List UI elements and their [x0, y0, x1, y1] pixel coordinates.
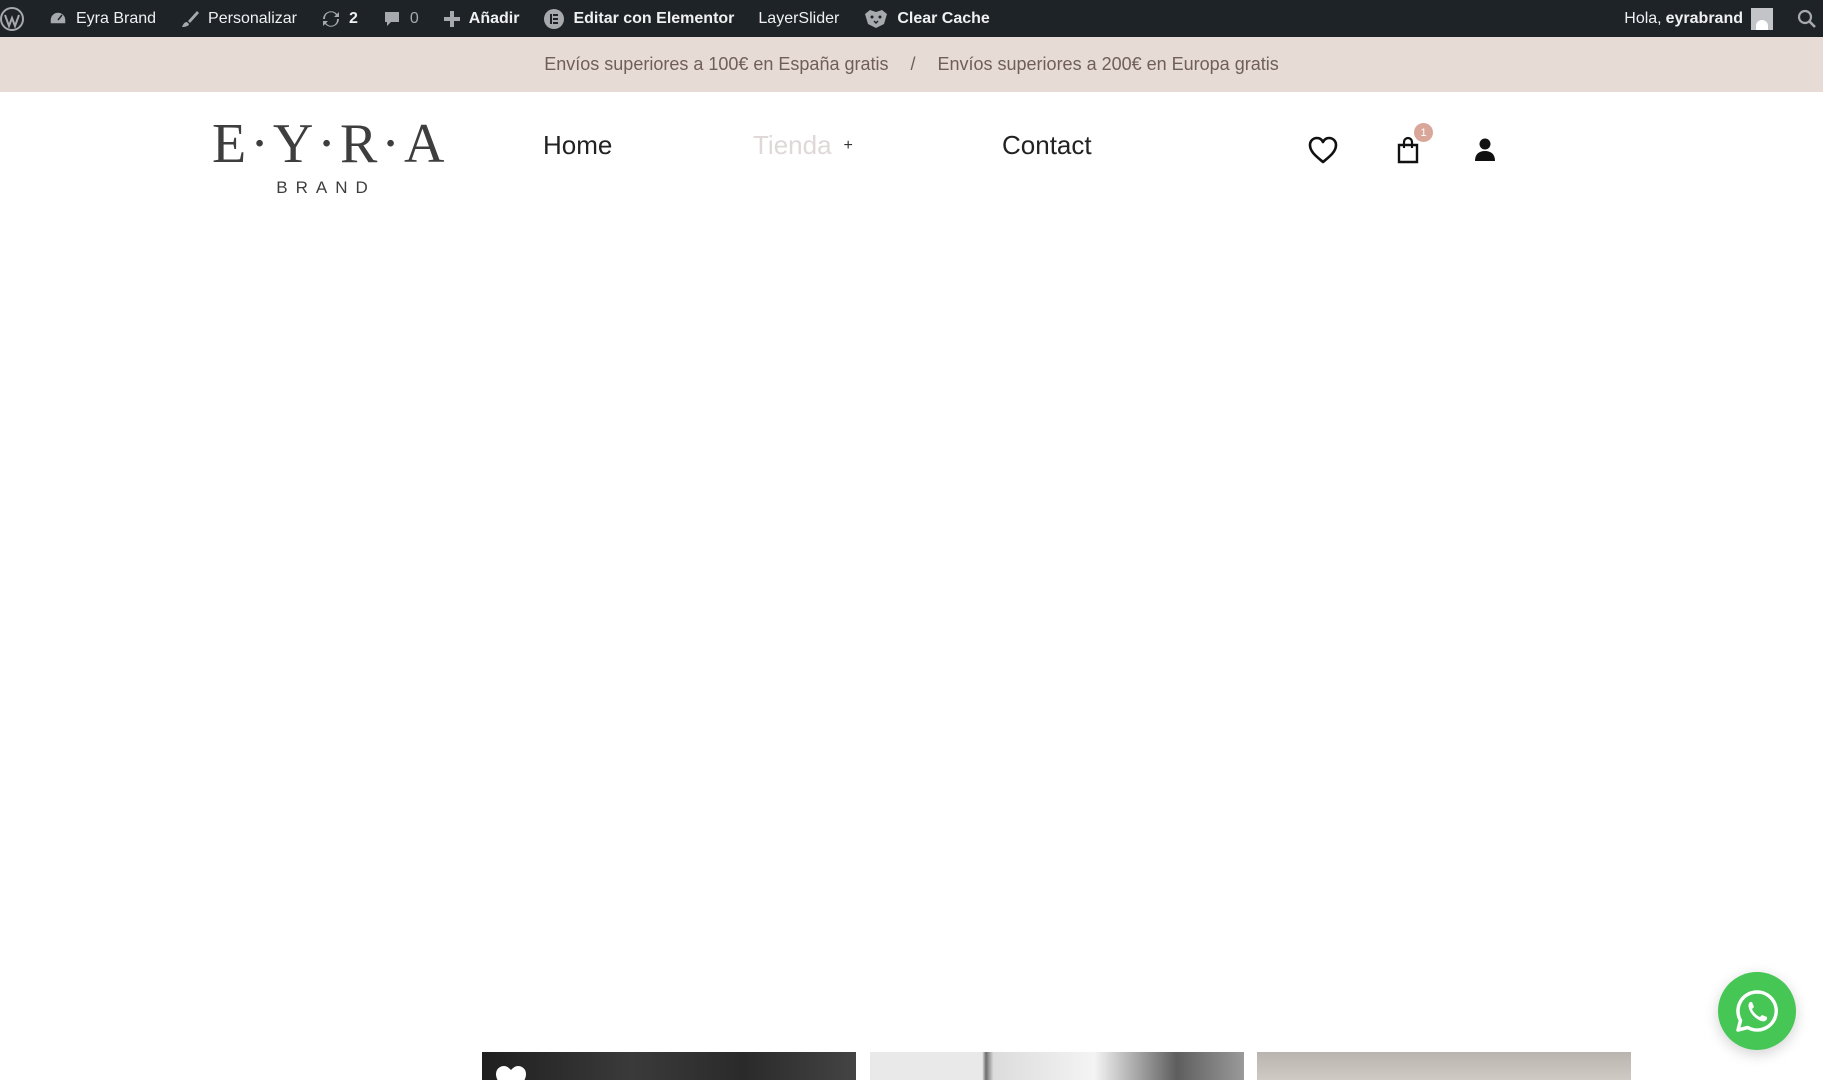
comments-link[interactable]: 0 [370, 0, 431, 37]
site-header: E·Y·R·A BRAND Home Tienda + Contact 1 [0, 92, 1823, 212]
comments-count: 0 [409, 9, 419, 27]
add-new-menu[interactable]: Añadir [431, 0, 532, 37]
main-nav: Home Tienda + Contact [0, 130, 1823, 170]
shipping-promo-bar: Envíos superiores a 100€ en España grati… [0, 37, 1823, 92]
whatsapp-icon [1736, 990, 1778, 1032]
nav-contact[interactable]: Contact [1002, 130, 1092, 161]
user-icon [1475, 138, 1495, 161]
wishlist-heart-icon[interactable] [494, 1064, 528, 1080]
updates-count: 2 [348, 9, 358, 27]
add-new-label: Añadir [468, 9, 520, 27]
dashboard-icon [49, 10, 67, 25]
admin-search[interactable] [1785, 0, 1823, 37]
plus-icon [443, 10, 460, 27]
updates-link[interactable]: 2 [309, 0, 370, 37]
site-name: Eyra Brand [76, 9, 157, 27]
promo-spain: Envíos superiores a 100€ en España grati… [544, 54, 889, 74]
whatsapp-chat-button[interactable] [1718, 972, 1796, 1050]
comment-icon [384, 11, 399, 26]
avatar [1751, 7, 1773, 30]
nav-tienda[interactable]: Tienda + [753, 130, 853, 161]
wp-logo-menu[interactable] [0, 0, 36, 37]
site-name-menu[interactable]: Eyra Brand [36, 0, 168, 37]
search-icon [1797, 9, 1816, 28]
product-grid [0, 1052, 1823, 1080]
product-image[interactable] [482, 1052, 856, 1080]
nav-tienda-expand-icon[interactable]: + [844, 137, 853, 155]
nav-tienda-label: Tienda [753, 130, 832, 160]
username-text: eyrabrand [1665, 9, 1743, 27]
account-button[interactable] [1467, 132, 1503, 168]
customize-link[interactable]: Personalizar [168, 0, 309, 37]
nav-home[interactable]: Home [543, 130, 612, 161]
heart-icon [1308, 136, 1338, 164]
elementor-icon [544, 8, 565, 29]
refresh-icon [322, 10, 339, 27]
customize-label: Personalizar [208, 9, 297, 27]
brush-icon [182, 10, 200, 27]
cart-count-badge: 1 [1414, 123, 1433, 142]
shopping-bag-icon [1397, 136, 1419, 164]
layerslider-label: LayerSlider [758, 9, 840, 27]
product-image[interactable] [870, 1052, 1244, 1080]
my-account-menu[interactable]: Hola, eyrabrand [1612, 0, 1785, 37]
greeting-text: Hola, [1624, 9, 1662, 27]
wp-admin-bar: Eyra Brand Personalizar 2 0 Añadir Edita… [0, 0, 1823, 37]
cart-button[interactable]: 1 [1390, 123, 1433, 168]
clear-cache-link[interactable]: Clear Cache [851, 0, 1002, 37]
elementor-label: Editar con Elementor [573, 9, 735, 27]
promo-europe: Envíos superiores a 200€ en Europa grati… [937, 54, 1279, 74]
cheetah-icon [865, 9, 888, 28]
layerslider-link[interactable]: LayerSlider [746, 0, 851, 37]
product-image[interactable] [1257, 1052, 1631, 1080]
promo-separator: / [910, 54, 916, 74]
wordpress-icon [0, 6, 24, 31]
elementor-edit-link[interactable]: Editar con Elementor [531, 0, 746, 37]
wishlist-button[interactable] [1305, 132, 1341, 168]
logo-subtitle: BRAND [276, 178, 376, 197]
clear-cache-label: Clear Cache [897, 9, 990, 27]
